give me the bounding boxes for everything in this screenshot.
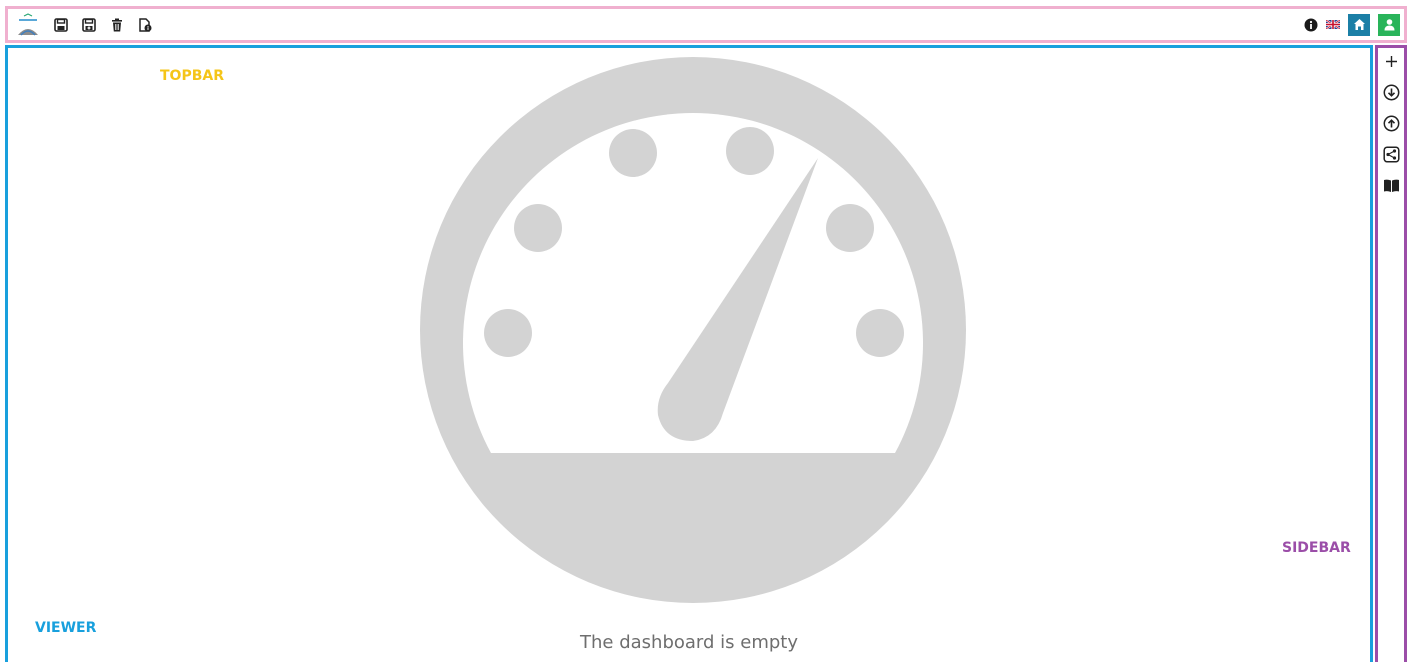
plus-icon [1385,55,1397,67]
topbar-right-group [1296,13,1400,36]
save-as-icon[interactable] [82,17,96,32]
download-icon [1383,84,1399,100]
share-icon [1382,145,1400,163]
empty-dashboard-message: The dashboard is empty [580,632,798,653]
sidebar [1375,45,1407,662]
save-icon[interactable] [54,17,68,32]
user-button[interactable] [1378,13,1400,36]
topbar-left-group [16,12,166,37]
topbar [5,6,1407,43]
download-button[interactable] [1381,82,1401,102]
file-info-icon[interactable] [138,17,152,32]
sidebar-region-label: SIDEBAR [1282,540,1351,556]
app-logo-icon[interactable] [16,12,40,37]
flag-icon[interactable] [1326,20,1340,29]
viewer: The dashboard is empty TOPBAR VIEWER SID… [5,45,1373,662]
home-icon [1353,19,1365,30]
documentation-button[interactable] [1381,175,1401,195]
trash-icon[interactable] [110,18,124,32]
viewer-region-label: VIEWER [35,620,97,636]
info-icon[interactable] [1304,18,1318,32]
user-icon [1384,19,1394,31]
upload-icon [1383,115,1399,131]
dashboard-gauge-icon [420,57,966,603]
share-button[interactable] [1381,144,1401,164]
add-widget-button[interactable] [1381,51,1401,71]
page: The dashboard is empty TOPBAR VIEWER SID… [0,0,1412,662]
upload-button[interactable] [1381,113,1401,133]
topbar-region-label: TOPBAR [160,68,224,84]
home-button[interactable] [1348,13,1370,36]
book-icon [1383,179,1399,192]
